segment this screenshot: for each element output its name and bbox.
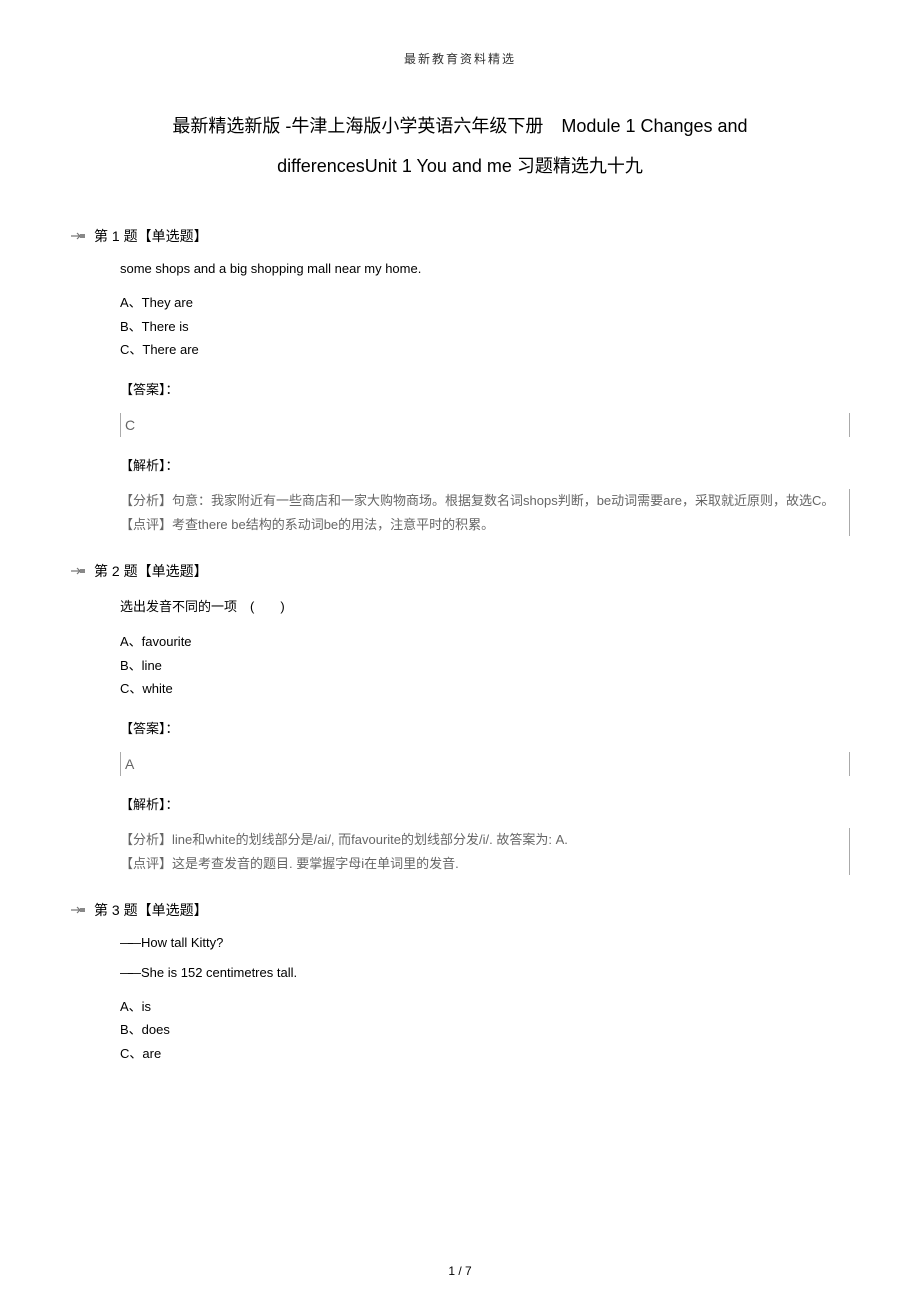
options-list: A、is B、does C、are <box>120 995 850 1065</box>
analysis-label: 【解析】： <box>120 455 850 474</box>
answer-value: A <box>120 752 850 776</box>
arrow-icon <box>70 231 88 241</box>
arrow-icon <box>70 905 88 915</box>
option-b: B、There is <box>120 315 850 338</box>
analysis-line: 【分析】line和white的划线部分是/ai/, 而favourite的划线部… <box>120 828 843 851</box>
answer-label: 【答案】： <box>120 379 850 398</box>
analysis-text: 【分析】句意：我家附近有一些商店和一家大购物商场。根据复数名词shops判断，b… <box>120 489 850 536</box>
question-1: 第 1 题【单选题】 some shops and a big shopping… <box>70 226 850 536</box>
question-stem-1: ——How tall Kitty? <box>120 935 850 950</box>
options-list: A、favourite B、line C、white <box>120 630 850 700</box>
options-list: A、They are B、There is C、There are <box>120 291 850 361</box>
question-stem: some shops and a big shopping mall near … <box>120 261 850 276</box>
answer-value: C <box>120 413 850 437</box>
question-stem: 选出发音不同的一项 ( ) <box>120 596 850 615</box>
question-3: 第 3 题【单选题】 ——How tall Kitty? ——She is 15… <box>70 900 850 1065</box>
option-a: A、is <box>120 995 850 1018</box>
question-2: 第 2 题【单选题】 选出发音不同的一项 ( ) A、favourite B、l… <box>70 561 850 875</box>
analysis-line: 【点评】考查there be结构的系动词be的用法，注意平时的积累。 <box>120 513 843 536</box>
page-footer: 1 / 7 <box>0 1264 920 1278</box>
analysis-line: 【点评】这是考查发音的题目. 要掌握字母i在单词里的发音. <box>120 852 843 875</box>
option-a: A、They are <box>120 291 850 314</box>
analysis-label: 【解析】： <box>120 794 850 813</box>
option-b: B、does <box>120 1018 850 1041</box>
stem-text: —How tall Kitty? <box>128 935 223 950</box>
document-title: 最新精选新版 -牛津上海版小学英语六年级下册 Module 1 Changes … <box>130 107 790 186</box>
option-c: C、white <box>120 677 850 700</box>
arrow-icon <box>70 566 88 576</box>
analysis-line: 【分析】句意：我家附近有一些商店和一家大购物商场。根据复数名词shops判断，b… <box>120 489 843 512</box>
question-header-text: 第 3 题【单选题】 <box>94 900 208 920</box>
option-b: B、line <box>120 654 850 677</box>
option-a: A、favourite <box>120 630 850 653</box>
option-c: C、are <box>120 1042 850 1065</box>
question-header-text: 第 2 题【单选题】 <box>94 561 208 581</box>
header-note: 最新教育资料精选 <box>70 50 850 67</box>
question-header-text: 第 1 题【单选题】 <box>94 226 208 246</box>
analysis-text: 【分析】line和white的划线部分是/ai/, 而favourite的划线部… <box>120 828 850 875</box>
answer-label: 【答案】： <box>120 718 850 737</box>
question-stem-2: ——She is 152 centimetres tall. <box>120 965 850 980</box>
option-c: C、There are <box>120 338 850 361</box>
stem-text: —She is 152 centimetres tall. <box>128 965 297 980</box>
